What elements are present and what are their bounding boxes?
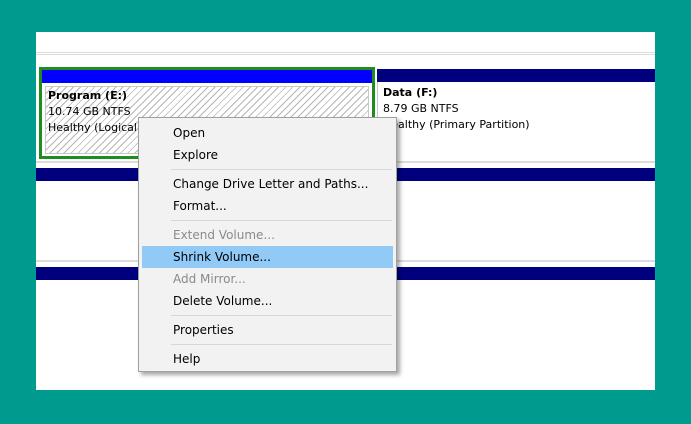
partition-size: 8.79 GB NTFS xyxy=(383,102,459,115)
divider xyxy=(36,52,655,53)
partition-color-bar xyxy=(42,70,372,83)
partition-data-f[interactable]: Data (F:) 8.79 GB NTFS Healthy (Primary … xyxy=(377,69,655,157)
partition-size: 10.74 GB NTFS xyxy=(48,105,131,118)
menu-item-change-drive-letter[interactable]: Change Drive Letter and Paths... xyxy=(142,173,393,195)
menu-item-open[interactable]: Open xyxy=(142,122,393,144)
partition-status: Healthy (Logical xyxy=(48,121,137,134)
menu-item-format[interactable]: Format... xyxy=(142,195,393,217)
partition-info: Data (F:) 8.79 GB NTFS Healthy (Primary … xyxy=(383,85,530,133)
context-menu: Open Explore Change Drive Letter and Pat… xyxy=(138,117,397,372)
menu-separator xyxy=(171,315,392,316)
menu-item-delete-volume[interactable]: Delete Volume... xyxy=(142,290,393,312)
menu-item-extend-volume[interactable]: Extend Volume... xyxy=(142,224,393,246)
divider xyxy=(36,54,655,55)
partition-info: Program (E:) 10.74 GB NTFS Healthy (Logi… xyxy=(48,88,137,136)
menu-separator xyxy=(171,220,392,221)
partition-name: Data (F:) xyxy=(383,86,438,99)
menu-item-shrink-volume[interactable]: Shrink Volume... xyxy=(142,246,393,268)
partition-color-bar xyxy=(377,69,655,82)
menu-item-add-mirror[interactable]: Add Mirror... xyxy=(142,268,393,290)
partition-status: Healthy (Primary Partition) xyxy=(383,118,530,131)
partition-name: Program (E:) xyxy=(48,89,128,102)
menu-item-explore[interactable]: Explore xyxy=(142,144,393,166)
menu-separator xyxy=(171,169,392,170)
menu-separator xyxy=(171,344,392,345)
menu-item-help[interactable]: Help xyxy=(142,348,393,370)
menu-item-properties[interactable]: Properties xyxy=(142,319,393,341)
